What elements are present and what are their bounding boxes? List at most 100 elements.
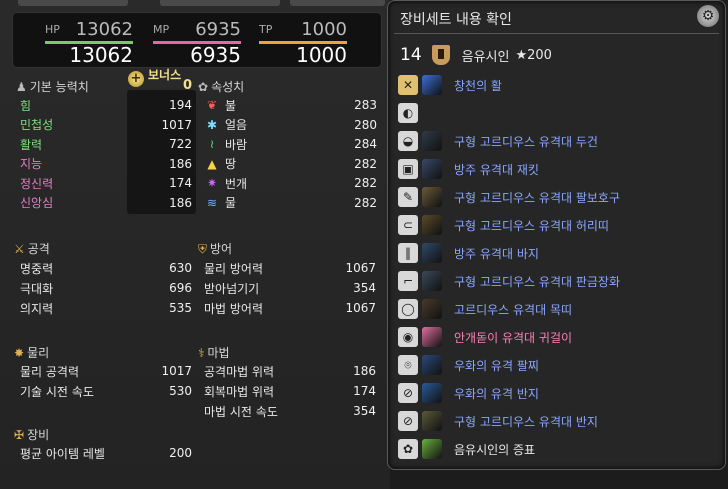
shield-icon: ⛨ — [198, 241, 208, 256]
item-icon — [422, 271, 442, 291]
tp-label: TP — [259, 23, 273, 36]
element-row: ✷ 번개 282 — [205, 173, 377, 193]
gear-item-legs[interactable]: ‖ 방주 유격대 바지 — [398, 241, 718, 265]
item-icon — [422, 243, 442, 263]
tab[interactable] — [290, 0, 385, 6]
defense-header: ⛨ 방어 — [198, 240, 232, 257]
stat-value: 282 — [354, 176, 377, 190]
stat-label: 받아넘기기 — [204, 281, 260, 296]
magic-title: 마법 — [207, 346, 230, 360]
gear-item-ring1[interactable]: ⊘ 우화의 유격 반지 — [398, 381, 718, 405]
item-name: 구형 고르디우스 유격대 두건 — [454, 134, 598, 149]
gear-item-weapon[interactable]: ✕ 창천의 활 — [398, 73, 718, 97]
person-icon: ♟ — [16, 79, 27, 94]
offhand-slot-icon: ◐ — [398, 103, 418, 123]
stat-value: 200 — [169, 446, 192, 460]
physical-stat-row: 기술 시전 속도 530 — [20, 381, 192, 401]
tab[interactable] — [160, 0, 280, 6]
divider — [394, 33, 719, 34]
base-stats-title: 기본 능력치 — [29, 80, 89, 94]
defense-stat-row: 마법 방어력 1067 — [204, 298, 376, 318]
base-stats-header: ♟ 기본 능력치 — [16, 78, 89, 95]
stat-label: 기술 시전 속도 — [20, 384, 94, 399]
stat-label: 지능 — [20, 157, 43, 171]
stat-label: 물 — [225, 196, 237, 210]
item-icon — [422, 299, 442, 319]
gear-item-ring2[interactable]: ⊘ 구형 고르디우스 유격대 반지 — [398, 409, 718, 433]
gear-item-offhand[interactable]: ◐ — [398, 101, 718, 125]
item-name: 안개돋이 유격대 귀걸이 — [454, 330, 573, 345]
weapon-slot-icon: ✕ — [398, 75, 418, 95]
stat-label: 정신력 — [20, 176, 54, 191]
soul-slot-icon: ✿ — [398, 439, 418, 459]
feet-slot-icon: ⌐ — [398, 271, 418, 291]
stat-value: 282 — [354, 195, 377, 210]
gear-item-wrist[interactable]: ⌾ 우화의 유격 팔찌 — [398, 353, 718, 377]
offense-header: ⚔ 공격 — [14, 240, 50, 257]
item-icon — [422, 131, 442, 151]
tab[interactable] — [18, 0, 128, 6]
wand-icon: ⚕ — [198, 345, 205, 360]
ears-slot-icon: ◉ — [398, 327, 418, 347]
stat-value: 186 — [353, 364, 376, 378]
fire-icon: ❦ — [206, 98, 218, 112]
stat-label: 불 — [225, 98, 237, 113]
base-stat-row: 힘 194 — [20, 95, 192, 115]
gear-item-hands[interactable]: ✎ 구형 고르디우스 유격대 팔보호구 — [398, 185, 718, 209]
item-icon — [422, 327, 442, 347]
settings-gear-icon[interactable]: ⚙ — [697, 5, 719, 27]
body-slot-icon: ▣ — [398, 159, 418, 179]
defense-title: 방어 — [210, 242, 233, 256]
stat-value: 1067 — [345, 301, 376, 315]
bonus-points[interactable]: + 보너스 0 — [128, 66, 196, 93]
job-name: 음유시인 — [461, 49, 510, 65]
item-name: 음유시인의 증표 — [454, 442, 536, 457]
element-row: ▲ 땅 282 — [205, 154, 377, 174]
stat-value: 1017 — [161, 364, 192, 378]
tooltip-title: 장비세트 내용 확인 — [400, 12, 512, 28]
gear-item-head[interactable]: ◒ 구형 고르디우스 유격대 두건 — [398, 129, 718, 153]
stat-value: 174 — [169, 176, 192, 190]
tp-value: 1000 — [296, 43, 347, 67]
gear-item-ears[interactable]: ◉ 안개돋이 유격대 귀걸이 — [398, 325, 718, 349]
gear-title: 장비 — [27, 428, 50, 442]
offense-title: 공격 — [27, 242, 50, 256]
gear-item-body[interactable]: ▣ 방주 유격대 재킷 — [398, 157, 718, 181]
ring2-slot-icon: ⊘ — [398, 411, 418, 431]
stat-value: 1017 — [161, 117, 192, 132]
mp-max: 6935 — [195, 19, 241, 40]
item-level: ★200 — [515, 47, 552, 63]
plus-icon: + — [128, 71, 144, 87]
item-icon — [422, 439, 442, 459]
stat-value: 722 — [169, 137, 192, 151]
physical-header: ✸ 물리 — [14, 344, 49, 361]
legs-slot-icon: ‖ — [398, 243, 418, 263]
mp-gauge: MP 6935 6935 — [131, 13, 241, 69]
item-icon — [422, 355, 442, 375]
gear-item-waist[interactable]: ⊂ 구형 고르디우스 유격대 허리띠 — [398, 213, 718, 237]
element-row: ✱ 얼음 280 — [205, 115, 377, 135]
stat-value: 1067 — [345, 261, 376, 275]
burst-icon: ✸ — [14, 345, 25, 360]
gear-item-soul[interactable]: ✿ 음유시인의 증표 — [398, 437, 718, 461]
gear-item-neck[interactable]: ◯ 고르디우스 유격대 목띠 — [398, 297, 718, 321]
item-name: 방주 유격대 바지 — [454, 246, 539, 261]
head-slot-icon: ◒ — [398, 131, 418, 151]
stat-value: 280 — [354, 117, 377, 132]
stat-value: 186 — [169, 195, 192, 210]
element-row: ≋ 물 282 — [205, 193, 377, 213]
defense-stat-row: 물리 방어력 1067 — [204, 258, 376, 278]
element-row: ≀ 바람 284 — [205, 134, 377, 154]
gear-stat-row: 평균 아이템 레벨 200 — [20, 443, 192, 463]
item-icon — [422, 159, 442, 179]
elements-icon: ✿ — [198, 79, 209, 94]
item-icon — [422, 215, 442, 235]
gear-item-feet[interactable]: ⌐ 구형 고르디우스 유격대 판금장화 — [398, 269, 718, 293]
item-name: 우화의 유격 반지 — [454, 386, 539, 401]
gearset-summary: 14 음유시인 ★200 — [400, 43, 720, 67]
mp-label: MP — [153, 23, 170, 36]
physical-stat-row: 물리 공격력 1017 — [20, 361, 192, 381]
wind-icon: ≀ — [209, 137, 215, 151]
stat-label: 땅 — [225, 157, 237, 171]
stat-label: 물리 공격력 — [20, 364, 80, 379]
